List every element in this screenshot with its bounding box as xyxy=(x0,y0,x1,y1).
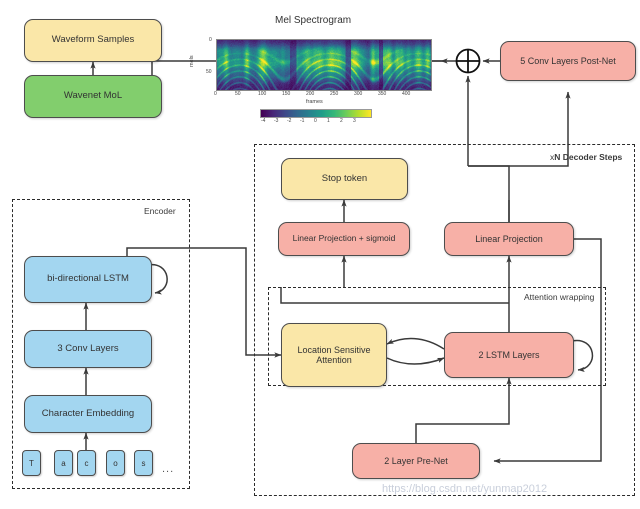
cbar-tick--1: -1 xyxy=(300,118,305,124)
mel-spectrogram-title: Mel Spectrogram xyxy=(275,15,352,26)
mel-xtick-200: 200 xyxy=(306,91,315,97)
mel-xtick-0: 0 xyxy=(214,91,217,97)
char-box-0-label: T xyxy=(29,458,34,468)
cbar-tick-0: 0 xyxy=(314,118,317,124)
block-linear-projection-sigmoid-label: Linear Projection + sigmoid xyxy=(292,233,396,244)
block-location-sensitive-attention-label-line2: Attention xyxy=(316,355,352,365)
watermark: https://blog.csdn.net/yunmap2012 xyxy=(382,483,548,495)
char-box-4[interactable]: s xyxy=(134,450,153,476)
block-post-net-label: 5 Conv Layers Post-Net xyxy=(520,55,616,66)
block-location-sensitive-attention-label-line1: Location Sensitive xyxy=(297,344,371,355)
cbar-tick-1: 1 xyxy=(327,118,330,124)
block-2-layer-pre-net-label: 2 Layer Pre-Net xyxy=(384,455,448,466)
summation-node xyxy=(455,48,481,74)
block-stop-token[interactable]: Stop token xyxy=(281,158,408,200)
block-character-embedding[interactable]: Character Embedding xyxy=(24,395,152,433)
block-3-conv-layers[interactable]: 3 Conv Layers xyxy=(24,330,152,368)
attention-group-label: Attention wrapping xyxy=(524,292,595,302)
block-location-sensitive-attention[interactable]: Location Sensitive Attention xyxy=(281,323,387,387)
block-waveform-samples-label: Waveform Samples xyxy=(51,34,135,46)
cbar-tick--3: -3 xyxy=(274,118,279,124)
char-box-4-label: s xyxy=(141,458,146,468)
cbar-tick--2: -2 xyxy=(287,118,292,124)
block-2-lstm-layers[interactable]: 2 LSTM Layers xyxy=(444,332,574,378)
block-linear-projection-sigmoid[interactable]: Linear Projection + sigmoid xyxy=(278,222,410,256)
block-wavenet-mol-label: Wavenet MoL xyxy=(63,90,123,102)
decoder-label-rest: N Decoder Steps xyxy=(554,152,623,162)
mel-spectrogram-image xyxy=(216,39,432,91)
block-3-conv-layers-label: 3 Conv Layers xyxy=(57,342,119,354)
mel-xtick-400: 400 xyxy=(402,91,411,97)
block-post-net[interactable]: 5 Conv Layers Post-Net xyxy=(500,41,636,81)
mel-spectrogram-figure: Mel Spectrogram mels 0 50 0 50 100 150 2… xyxy=(189,15,445,130)
cbar-tick-2: 2 xyxy=(340,118,343,124)
mel-spectrogram-ylabel: mels xyxy=(189,55,195,67)
mel-ytick-0: 0 xyxy=(209,37,212,43)
mel-ytick-50: 50 xyxy=(206,69,212,75)
block-linear-projection[interactable]: Linear Projection xyxy=(444,222,574,256)
mel-spectrogram-colorbar xyxy=(260,109,372,118)
cbar-tick--4: -4 xyxy=(261,118,266,124)
cbar-tick-3: 3 xyxy=(353,118,356,124)
char-box-2-label: c xyxy=(84,458,89,468)
char-box-1-label: a xyxy=(61,458,66,468)
mel-xtick-300: 300 xyxy=(354,91,363,97)
char-ellipsis: ... xyxy=(162,463,175,475)
mel-xtick-350: 350 xyxy=(378,91,387,97)
block-2-layer-pre-net[interactable]: 2 Layer Pre-Net xyxy=(352,443,480,479)
char-box-0[interactable]: T xyxy=(22,450,41,476)
decoder-group-label: xN Decoder Steps xyxy=(550,152,622,162)
char-box-3-label: o xyxy=(113,458,118,468)
block-stop-token-label: Stop token xyxy=(321,172,368,184)
mel-xtick-250: 250 xyxy=(330,91,339,97)
block-bidirectional-lstm-label: bi-directional LSTM xyxy=(47,273,129,285)
char-box-2[interactable]: c xyxy=(77,450,96,476)
block-bidirectional-lstm[interactable]: bi-directional LSTM xyxy=(24,256,152,303)
block-character-embedding-label: Character Embedding xyxy=(41,407,135,419)
mel-spectrogram-xlabel: frames xyxy=(306,99,323,105)
block-wavenet-mol[interactable]: Wavenet MoL xyxy=(24,75,162,118)
block-waveform-samples[interactable]: Waveform Samples xyxy=(24,19,162,62)
diagram-canvas: xN Decoder Steps Attention wrapping Enco… xyxy=(0,0,640,509)
mel-xtick-150: 150 xyxy=(282,91,291,97)
mel-xtick-50: 50 xyxy=(235,91,241,97)
char-box-1[interactable]: a xyxy=(54,450,73,476)
block-2-lstm-layers-label: 2 LSTM Layers xyxy=(478,349,540,360)
block-linear-projection-label: Linear Projection xyxy=(475,233,543,244)
mel-xtick-100: 100 xyxy=(258,91,267,97)
encoder-group-label: Encoder xyxy=(144,206,176,216)
char-box-3[interactable]: o xyxy=(106,450,125,476)
